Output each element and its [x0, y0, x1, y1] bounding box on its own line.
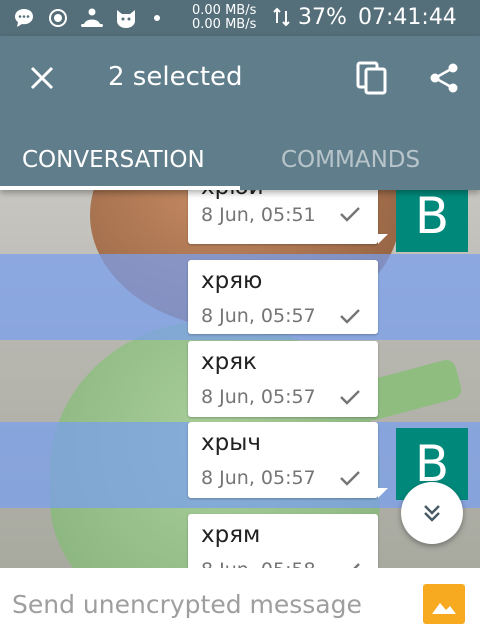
chat-bubble-icon — [12, 6, 36, 30]
message-bubble[interactable]: хрюй 8 Jun, 05:51 — [188, 190, 378, 244]
message-text: хрям — [201, 522, 261, 548]
data-arrows-icon — [272, 6, 292, 32]
clock: 07:41:44 — [358, 5, 457, 30]
notification-icons — [0, 6, 160, 30]
bubble-tail — [378, 488, 388, 498]
message-text: хряю — [201, 268, 263, 294]
message-time: 8 Jun, 05:57 — [201, 467, 316, 489]
message-bubble[interactable]: хряю 8 Jun, 05:57 — [188, 260, 378, 334]
cat-icon — [114, 6, 138, 30]
message-time: 8 Jun, 05:57 — [201, 305, 316, 327]
net-down: 0.00 MB/s — [192, 17, 257, 32]
scroll-to-bottom-button[interactable] — [401, 482, 463, 544]
copy-button[interactable] — [352, 58, 392, 98]
message-time: 8 Jun, 05:57 — [201, 386, 316, 408]
message-bubble[interactable]: хрыч 8 Jun, 05:57 — [188, 422, 378, 498]
message-text: хряк — [201, 349, 257, 375]
record-icon — [46, 6, 70, 30]
status-bar: 0.00 MB/s 0.00 MB/s 37% 07:41:44 — [0, 0, 480, 36]
image-icon — [432, 603, 456, 614]
message-time: 8 Jun, 05:51 — [201, 204, 316, 226]
check-icon — [353, 563, 360, 568]
dot-icon — [154, 15, 160, 21]
check-icon — [340, 390, 360, 405]
message-text: хрюй — [201, 190, 264, 200]
close-selection-button[interactable] — [22, 58, 62, 98]
tab-commands[interactable]: COMMANDS — [281, 140, 420, 180]
message-text: хрыч — [201, 430, 261, 456]
message-input[interactable] — [12, 586, 402, 622]
selection-count-title: 2 selected — [108, 62, 243, 92]
check-icon — [340, 309, 360, 324]
message-bubble[interactable]: хрям 8 Jun, 05:58 — [188, 514, 378, 568]
battery-level: 37% — [298, 5, 347, 30]
tab-conversation[interactable]: CONVERSATION — [22, 140, 205, 180]
share-icon — [430, 63, 458, 93]
check-icon — [340, 207, 360, 222]
share-button[interactable] — [424, 58, 464, 98]
check-icon — [340, 471, 360, 486]
net-up: 0.00 MB/s — [192, 3, 257, 18]
attach-image-button[interactable] — [423, 584, 465, 624]
network-speed: 0.00 MB/s 0.00 MB/s — [192, 4, 256, 32]
double-chevron-down-icon — [424, 505, 440, 522]
compose-bar — [0, 568, 480, 640]
message-bubble[interactable]: хряк 8 Jun, 05:57 — [188, 341, 378, 417]
tab-indicator — [0, 186, 240, 190]
meditation-icon — [80, 6, 104, 30]
bubble-tail — [378, 234, 388, 244]
action-bar: 2 selected CONVERSATION COMMANDS — [0, 36, 480, 190]
close-icon — [30, 66, 54, 90]
message-time: 8 Jun, 05:58 — [201, 559, 316, 568]
copy-icon — [356, 61, 387, 95]
avatar[interactable]: B — [396, 190, 468, 252]
